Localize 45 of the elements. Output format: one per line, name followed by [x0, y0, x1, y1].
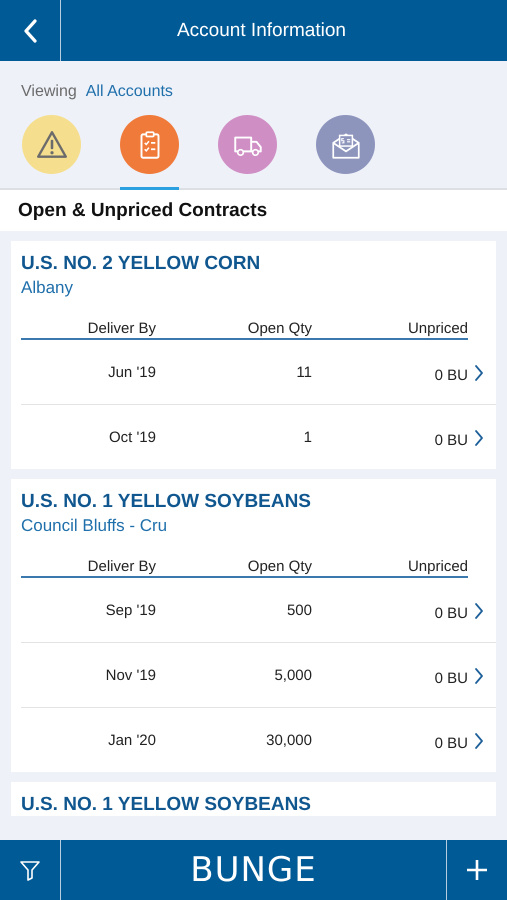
- table-cell-text: 0 BU: [434, 734, 468, 752]
- location-label: Albany: [21, 278, 74, 298]
- chevron-icon: [474, 602, 484, 620]
- column-header: Open Qty: [246, 320, 312, 337]
- table-cell-text: Sep '19: [104, 602, 156, 618]
- table-cell-text: 500: [286, 602, 312, 618]
- column-header: Deliver By: [86, 320, 156, 337]
- table-cell-text: 0 BU: [434, 668, 468, 686]
- table-cell-text: Jun '19: [107, 364, 156, 380]
- table-cell-text: 5,000: [273, 666, 312, 684]
- table-cell-text: Jan '20: [107, 732, 156, 748]
- location-label: Council Bluffs - Cru: [21, 516, 168, 536]
- commodity-title: U.S. NO. 1 YELLOW SOYBEANS: [21, 491, 312, 513]
- commodity-title: U.S. NO. 2 YELLOW CORN: [21, 253, 262, 275]
- table-cell-text: 0 BU: [434, 604, 468, 622]
- table-cell-text: 30,000: [265, 732, 312, 748]
- contract-row[interactable]: Nov '19 5,000 0 BU: [21, 643, 496, 708]
- contract-row[interactable]: Jan '20 30,000 0 BU: [21, 708, 496, 772]
- account-link[interactable]: All Accounts: [86, 83, 173, 101]
- table-cell-text: 1: [302, 428, 312, 446]
- back-icon: [23, 18, 37, 42]
- column-header: Unpriced: [406, 558, 468, 575]
- contract-row[interactable]: Sep '19 500 0 BU: [21, 578, 496, 643]
- commodity-title: U.S. NO. 1 YELLOW SOYBEANS: [21, 794, 312, 816]
- table-cell-text: 11: [295, 364, 312, 380]
- table-cell-text: 0 BU: [434, 430, 468, 448]
- section-heading: Open & Unpriced Contracts: [0, 190, 507, 231]
- viewing-label: Viewing: [21, 83, 77, 101]
- chevron-icon: [474, 429, 484, 447]
- column-header: Unpriced: [406, 320, 468, 337]
- contract-row[interactable]: Oct '19 1 0 BU: [21, 405, 496, 469]
- chevron-icon: [474, 364, 484, 382]
- column-header: Deliver By: [86, 558, 156, 575]
- table-cell-text: Nov '19: [104, 666, 156, 684]
- brand-logo: BUNGE: [189, 850, 318, 890]
- chevron-icon: [474, 667, 484, 685]
- filter-icon: [18, 858, 42, 882]
- table-cell-text: Oct '19: [108, 428, 156, 446]
- chevron-icon: [474, 732, 484, 750]
- column-header: Open Qty: [246, 558, 312, 575]
- table-cell-text: 0 BU: [434, 366, 468, 384]
- contract-row[interactable]: Jun '19 11 0 BU: [21, 340, 496, 405]
- category-tab[interactable]: [120, 115, 179, 190]
- plus-icon: [465, 858, 489, 882]
- window-title: Account Information: [176, 20, 347, 42]
